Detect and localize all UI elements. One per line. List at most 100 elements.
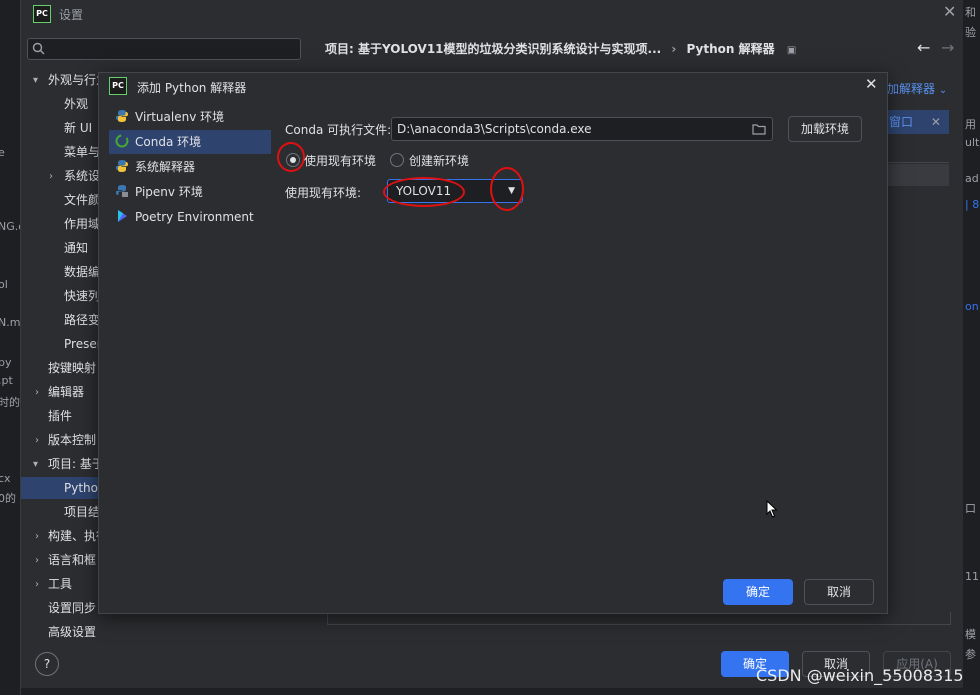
breadcrumb-project: 项目: 基于YOLOV11模型的垃圾分类识别系统设计与实现项...: [325, 42, 662, 56]
tree-item[interactable]: 语言和框: [48, 549, 96, 571]
python-icon: [116, 110, 128, 122]
packages-table-row: [887, 164, 949, 186]
breadcrumb: 项目: 基于YOLOV11模型的垃圾分类识别系统设计与实现项... › Pyth…: [325, 40, 796, 57]
pipenv-icon: [116, 185, 128, 197]
tree-item[interactable]: 通知: [64, 237, 88, 259]
annotation-circle: [277, 142, 305, 172]
bg-text: N.m: [0, 316, 20, 329]
conda-executable-value: D:\anaconda3\Scripts\conda.exe: [397, 122, 592, 136]
dialog-cancel-button[interactable]: 取消: [804, 579, 874, 605]
bg-text: py: [0, 356, 12, 369]
search-icon: [32, 42, 45, 55]
page-settings-icon[interactable]: ▣: [787, 45, 796, 56]
bg-text: 用: [965, 118, 976, 131]
close-icon[interactable]: ✕: [943, 2, 956, 21]
settings-title: 设置: [59, 8, 84, 22]
tree-item[interactable]: 新 UI: [64, 117, 92, 139]
tree-item[interactable]: 菜单与: [64, 141, 100, 163]
bg-text: e: [0, 146, 5, 159]
bg-text: on: [965, 300, 979, 313]
dialog-title: 添加 Python 解释器: [137, 81, 247, 95]
background-editor-right: 和 验 用 ult ad | 8 on 口 11 模 参: [962, 0, 980, 695]
interpreter-type-label: Conda 环境: [135, 135, 202, 149]
interpreter-type-system[interactable]: 系统解释器: [109, 155, 271, 179]
interpreter-type-label: 系统解释器: [135, 160, 196, 174]
dialog-ok-button[interactable]: 确定: [723, 579, 793, 605]
add-interpreter-label: 加解释器: [887, 82, 936, 96]
interpreter-type-label: Pipenv 环境: [135, 185, 203, 199]
interpreter-type-label: Poetry Environment: [135, 210, 254, 224]
conda-executable-label: Conda 可执行文件:: [285, 123, 392, 137]
interpreter-type-pipenv[interactable]: Pipenv 环境: [109, 180, 271, 204]
bg-text: 和: [965, 6, 976, 19]
load-environments-button[interactable]: 加载环境: [788, 116, 862, 142]
forward-arrow-icon[interactable]: →: [941, 38, 954, 57]
tree-item[interactable]: 版本控制: [48, 429, 96, 451]
status-strip: [21, 688, 963, 695]
tree-item[interactable]: 快速列: [64, 285, 100, 307]
bg-text: 0的: [0, 492, 16, 505]
interpreter-type-label: Virtualenv 环境: [135, 110, 225, 124]
tree-item[interactable]: 作用域: [64, 213, 100, 235]
tree-item[interactable]: 设置同步: [48, 597, 96, 619]
pycharm-logo: PC: [33, 5, 51, 23]
folder-icon[interactable]: [752, 123, 766, 135]
bg-text: 验: [965, 26, 976, 39]
chevron-right-icon: ›: [35, 555, 39, 566]
python-icon: [116, 160, 128, 172]
tree-item[interactable]: 文件颜: [64, 189, 100, 211]
settings-search-input[interactable]: [27, 38, 301, 60]
annotation-ellipse: [490, 167, 524, 211]
interpreter-type-conda[interactable]: Conda 环境: [109, 130, 271, 154]
tree-item[interactable]: 按键映射: [48, 357, 96, 379]
tree-item[interactable]: 插件: [48, 405, 72, 427]
tree-item[interactable]: 外观: [64, 93, 88, 115]
notification-banner: 窗口 ✕: [887, 110, 949, 134]
bg-text: 时的: [0, 396, 20, 409]
interpreter-type-poetry[interactable]: Poetry Environment: [109, 205, 271, 229]
bg-text: 口: [965, 502, 976, 515]
tree-item-python-interpreter[interactable]: Pythor: [21, 477, 103, 499]
conda-executable-field[interactable]: D:\anaconda3\Scripts\conda.exe: [391, 117, 773, 141]
watermark: CSDN @weixin_55008315: [756, 666, 964, 685]
chevron-down-icon: ⌄: [938, 85, 948, 96]
bg-text: ol: [0, 278, 8, 291]
bg-text: cx: [0, 472, 11, 485]
tree-item[interactable]: Preser: [64, 333, 102, 355]
chevron-down-icon: ▾: [33, 75, 39, 86]
help-button[interactable]: ?: [35, 652, 59, 676]
bg-text: NG.c: [0, 220, 20, 233]
tree-item[interactable]: 编辑器: [48, 381, 84, 403]
pycharm-logo: PC: [109, 77, 127, 95]
tree-item[interactable]: 路径变: [64, 309, 100, 331]
banner-text: 窗口: [889, 115, 914, 129]
breadcrumb-page: Python 解释器: [686, 42, 775, 56]
background-editor-left: e NG.c ol N.m py .pt 时的 cx 0的: [0, 0, 20, 695]
bg-text: .pt: [0, 374, 13, 387]
tree-item[interactable]: 高级设置: [48, 621, 96, 643]
settings-tree: ▾ 外观与行为 外观 新 UI 菜单与 › 系统设 文件颜 作用域 通知 数据编…: [21, 68, 108, 648]
close-icon[interactable]: ✕: [865, 75, 878, 93]
tree-item[interactable]: 项目结: [64, 501, 100, 523]
close-icon[interactable]: ✕: [931, 115, 941, 129]
bg-text: 11: [965, 570, 979, 583]
bg-text: 模: [965, 628, 976, 641]
poetry-icon: [118, 210, 127, 222]
bg-text: 参: [965, 648, 976, 661]
packages-table-header: [887, 140, 949, 163]
chevron-right-icon: ›: [35, 435, 39, 446]
chevron-right-icon: ›: [35, 531, 39, 542]
use-existing-label: 使用现有环境: [304, 154, 377, 168]
interpreter-type-virtualenv[interactable]: Virtualenv 环境: [109, 105, 271, 129]
tree-item[interactable]: 工具: [48, 573, 72, 595]
breadcrumb-separator: ›: [671, 42, 677, 56]
tree-item[interactable]: 系统设: [64, 165, 100, 187]
bg-text: ult: [965, 136, 980, 149]
tree-item[interactable]: 数据编: [64, 261, 100, 283]
add-python-interpreter-dialog: PC 添加 Python 解释器 ✕ Virtualenv 环境 Conda 环…: [98, 72, 888, 614]
create-new-label: 创建新环境: [409, 154, 470, 168]
add-interpreter-link[interactable]: 加解释器 ⌄: [887, 80, 947, 97]
back-arrow-icon[interactable]: ←: [917, 38, 930, 57]
tree-item[interactable]: 项目: 基于: [48, 453, 104, 475]
create-new-radio[interactable]: [390, 153, 404, 167]
